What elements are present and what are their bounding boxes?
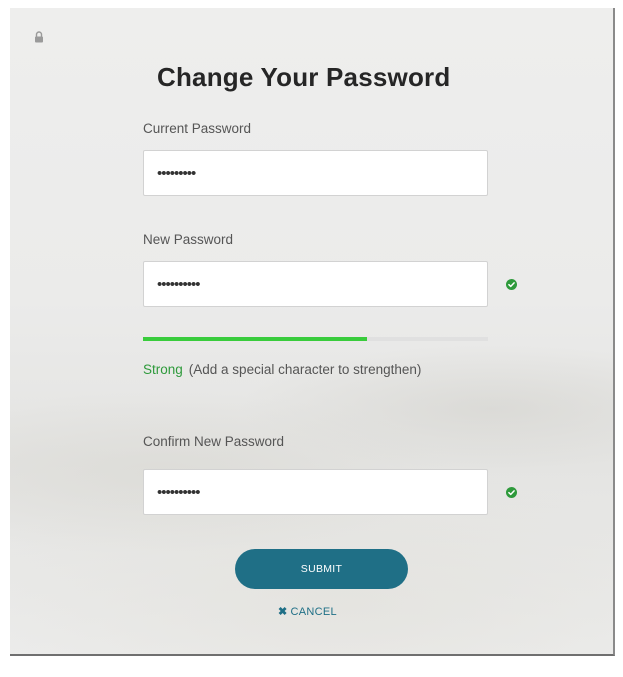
check-circle-icon (506, 279, 517, 290)
page-title: Change Your Password (157, 62, 451, 92)
current-password-label: Current Password (143, 121, 252, 136)
new-password-label: New Password (143, 232, 234, 247)
password-strength-meter (143, 337, 488, 341)
current-password-field[interactable] (143, 150, 488, 196)
confirm-password-label: Confirm New Password (143, 434, 285, 449)
password-strength-text: Strong (Add a special character to streng… (143, 359, 443, 381)
password-strength-fill (143, 337, 368, 341)
change-password-panel: Change Your Password Current Password Ne… (10, 8, 615, 656)
new-password-field[interactable] (143, 261, 488, 307)
confirm-password-field[interactable] (143, 469, 488, 515)
cancel-link[interactable]: ✖ CANCEL (278, 605, 337, 618)
lock-icon (35, 31, 43, 43)
check-circle-icon (506, 487, 517, 498)
submit-button[interactable]: SUBMIT (235, 549, 408, 589)
strength-rating: Strong (143, 362, 183, 377)
close-icon: ✖ (278, 606, 288, 618)
strength-hint: (Add a special character to strengthen) (188, 362, 422, 377)
cancel-label: CANCEL (290, 606, 337, 618)
